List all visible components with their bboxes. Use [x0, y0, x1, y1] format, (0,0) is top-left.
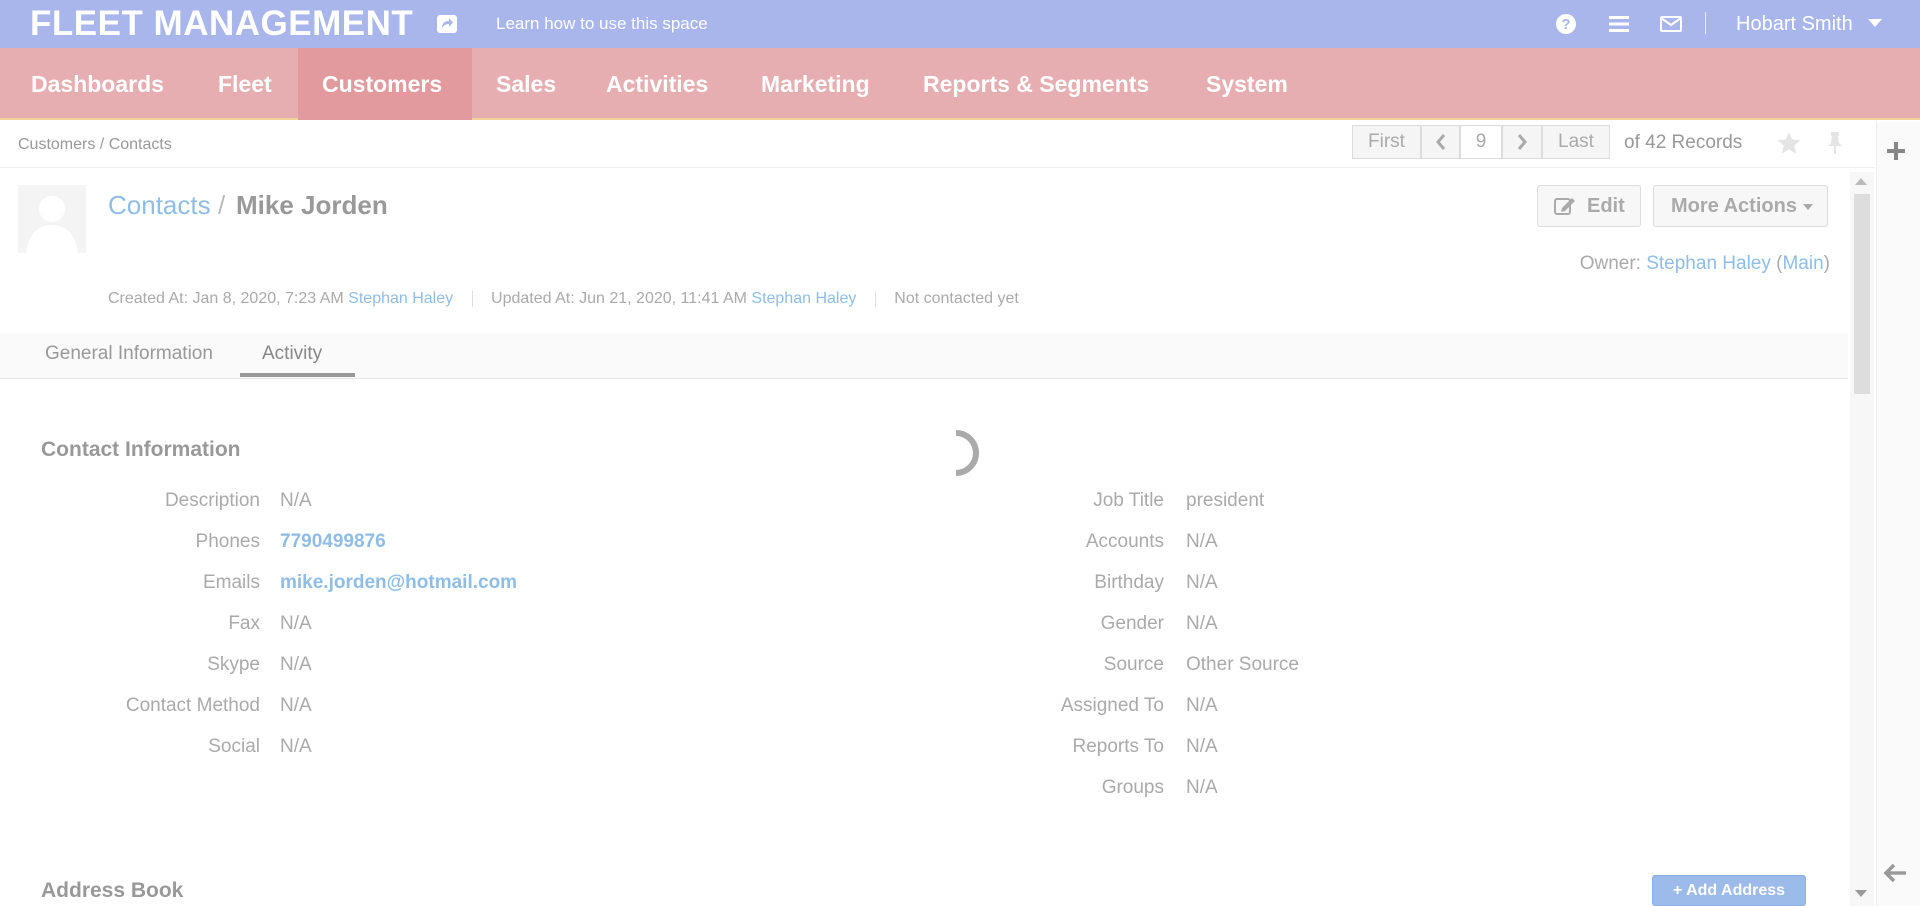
contacts-link[interactable]: Contacts [108, 190, 211, 221]
nav-item-dashboards[interactable]: Dashboards [7, 48, 188, 120]
scrollbar-thumb[interactable] [1854, 194, 1870, 394]
edit-button-label: Edit [1587, 195, 1625, 217]
owner-label: Owner: [1579, 253, 1641, 274]
caret-down-icon [1802, 203, 1813, 210]
nav-item-marketing[interactable]: Marketing [737, 48, 894, 120]
owner-link[interactable]: Stephan Haley [1646, 253, 1771, 274]
nav-item-activities[interactable]: Activities [582, 48, 732, 120]
share-icon[interactable] [436, 14, 458, 34]
pager-last-button[interactable]: Last [1542, 125, 1610, 159]
field-label-contact-method: Contact Method [125, 695, 260, 716]
field-label-assigned-to: Assigned To [1060, 695, 1164, 716]
more-actions-button[interactable]: More Actions [1653, 185, 1828, 227]
nav-item-system[interactable]: System [1182, 48, 1312, 120]
field-label-groups: Groups [1101, 777, 1164, 798]
created-by-link[interactable]: Stephan Haley [348, 290, 453, 307]
field-value-contact-method: N/A [280, 695, 312, 716]
app-brand[interactable]: FLEET MANAGEMENT [30, 4, 413, 44]
field-label-gender: Gender [1100, 613, 1164, 634]
section-title-contact-information: Contact Information [41, 438, 241, 461]
title-separator: / [218, 190, 226, 220]
edit-button[interactable]: Edit [1537, 185, 1641, 227]
field-value-assigned-to: N/A [1186, 695, 1218, 716]
pin-icon[interactable] [1823, 130, 1847, 156]
chevron-right-icon [1517, 134, 1527, 150]
field-value-job-title: president [1186, 490, 1265, 511]
field-label-description: Description [164, 490, 260, 511]
pager-first-button[interactable]: First [1352, 125, 1421, 159]
record-count: of 42 Records [1624, 132, 1743, 153]
topbar-divider [1705, 12, 1706, 34]
record-meta: Created At: Jan 8, 2020, 7:23 AM Stephan… [108, 290, 1019, 308]
help-icon[interactable]: ? [1554, 12, 1578, 36]
field-value-gender: N/A [1186, 613, 1218, 634]
field-label-emails: Emails [202, 572, 260, 593]
main-navigation: Dashboards Fleet Customers Sales Activit… [0, 48, 1920, 120]
email-link[interactable]: mike.jorden@hotmail.com [280, 572, 517, 594]
field-value-birthday: N/A [1186, 572, 1218, 593]
phone-link[interactable]: 7790499876 [280, 531, 386, 553]
right-sidebar [1876, 122, 1920, 906]
field-value-groups: N/A [1186, 777, 1218, 798]
mail-icon[interactable] [1659, 12, 1683, 36]
record-owner: Owner: Stephan Haley (Main) [1579, 253, 1830, 274]
field-value-description: N/A [280, 490, 312, 511]
nav-item-sales[interactable]: Sales [472, 48, 580, 120]
field-label-accounts: Accounts [1085, 531, 1164, 552]
meta-divider [471, 290, 473, 307]
contact-status: Not contacted yet [894, 290, 1019, 307]
field-value-accounts: N/A [1186, 531, 1218, 552]
nav-item-customers[interactable]: Customers [298, 48, 472, 120]
page-title: Mike Jorden [236, 190, 388, 220]
scroll-up-arrow-icon[interactable] [1855, 178, 1867, 185]
chevron-left-icon [1435, 134, 1445, 150]
pager-next-button[interactable] [1502, 125, 1542, 159]
updated-at: Updated At: Jun 21, 2020, 11:41 AM [491, 290, 747, 307]
more-actions-label: More Actions [1671, 195, 1797, 217]
field-label-job-title: Job Title [1093, 490, 1164, 511]
breadcrumb[interactable]: Customers / Contacts [18, 136, 172, 154]
nav-item-reports-segments[interactable]: Reports & Segments [899, 48, 1173, 120]
user-menu[interactable]: Hobart Smith [1736, 13, 1853, 36]
edit-icon [1554, 198, 1575, 215]
updated-by-link[interactable]: Stephan Haley [751, 290, 856, 307]
field-value-reports-to: N/A [1186, 736, 1218, 757]
tab-activity[interactable]: Activity [262, 343, 322, 365]
field-label-source: Source [1103, 654, 1164, 675]
add-address-button[interactable]: + Add Address [1652, 875, 1806, 906]
field-label-phones: Phones [195, 531, 260, 552]
created-at: Created At: Jan 8, 2020, 7:23 AM [108, 290, 344, 307]
active-tab-indicator [240, 373, 355, 377]
field-label-fax: Fax [228, 613, 260, 634]
plus-icon[interactable] [1885, 140, 1907, 162]
section-title-address-book: Address Book [41, 879, 184, 902]
svg-text:?: ? [1561, 16, 1570, 33]
field-value-fax: N/A [280, 613, 312, 634]
list-icon[interactable] [1607, 12, 1631, 36]
meta-divider [874, 290, 876, 307]
pager-prev-button[interactable] [1421, 125, 1460, 159]
loading-spinner-icon [955, 430, 979, 476]
scroll-down-arrow-icon[interactable] [1855, 890, 1867, 897]
field-value-social: N/A [280, 736, 312, 757]
top-bar: FLEET MANAGEMENT Learn how to use this s… [0, 0, 1920, 48]
field-value-source: Other Source [1186, 654, 1299, 675]
chevron-down-icon[interactable] [1868, 19, 1882, 27]
field-label-skype: Skype [207, 654, 260, 675]
field-label-birthday: Birthday [1094, 572, 1164, 593]
arrow-left-icon[interactable] [1883, 862, 1909, 884]
tab-general-information[interactable]: General Information [45, 343, 213, 365]
nav-item-fleet[interactable]: Fleet [194, 48, 296, 120]
field-label-social: Social [208, 736, 260, 757]
learn-link[interactable]: Learn how to use this space [496, 14, 708, 34]
field-label-reports-to: Reports To [1072, 736, 1164, 757]
owner-unit-link[interactable]: Main [1782, 253, 1823, 274]
pager-current-page[interactable]: 9 [1460, 125, 1502, 159]
avatar [18, 185, 86, 253]
user-silhouette-icon [26, 196, 78, 253]
field-value-skype: N/A [280, 654, 312, 675]
star-icon[interactable] [1776, 130, 1802, 156]
